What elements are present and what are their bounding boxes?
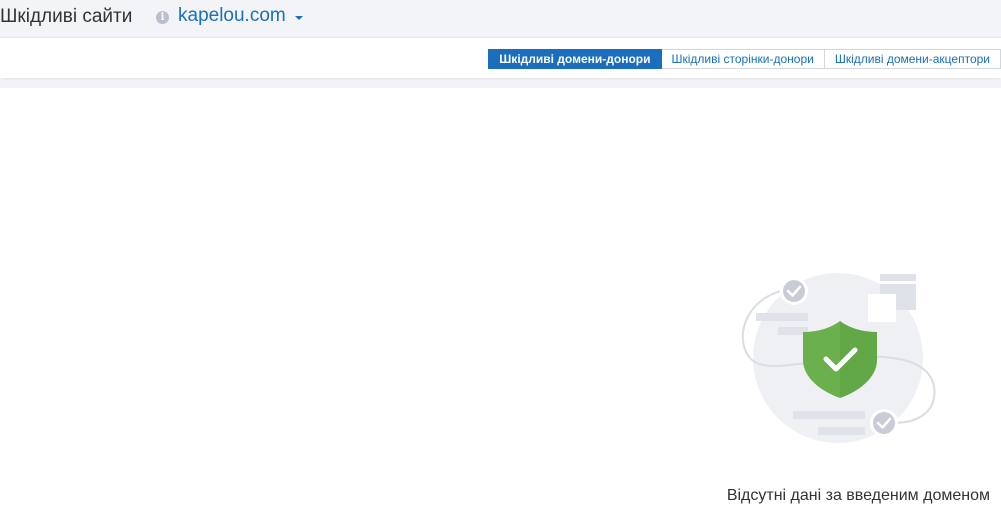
tab-malicious-donor-pages[interactable]: Шкідливі сторінки-донори [661, 49, 825, 69]
check-circle-icon [780, 277, 808, 305]
page-title: Шкідливі сайти [0, 6, 133, 27]
empty-state-message: Відсутні дані за введеним доменом [726, 487, 990, 504]
tab-group: Шкідливі домени-донори Шкідливі сторінки… [488, 49, 1001, 69]
tab-malicious-acceptor-domains[interactable]: Шкідливі домени-акцептори [824, 49, 1001, 69]
empty-state-illustration [741, 273, 936, 443]
chevron-down-icon[interactable] [295, 16, 303, 20]
tab-toolbar: Шкідливі домени-донори Шкідливі сторінки… [0, 37, 1001, 78]
tab-malicious-donor-domains[interactable]: Шкідливі домени-донори [488, 49, 662, 69]
domain-selector[interactable]: kapelou.com [178, 5, 286, 27]
info-icon[interactable]: i [156, 11, 169, 24]
page-header: Шкідливі сайти i kapelou.com [0, 0, 1001, 37]
check-circle-icon [870, 409, 898, 437]
separator-band [0, 80, 1001, 88]
